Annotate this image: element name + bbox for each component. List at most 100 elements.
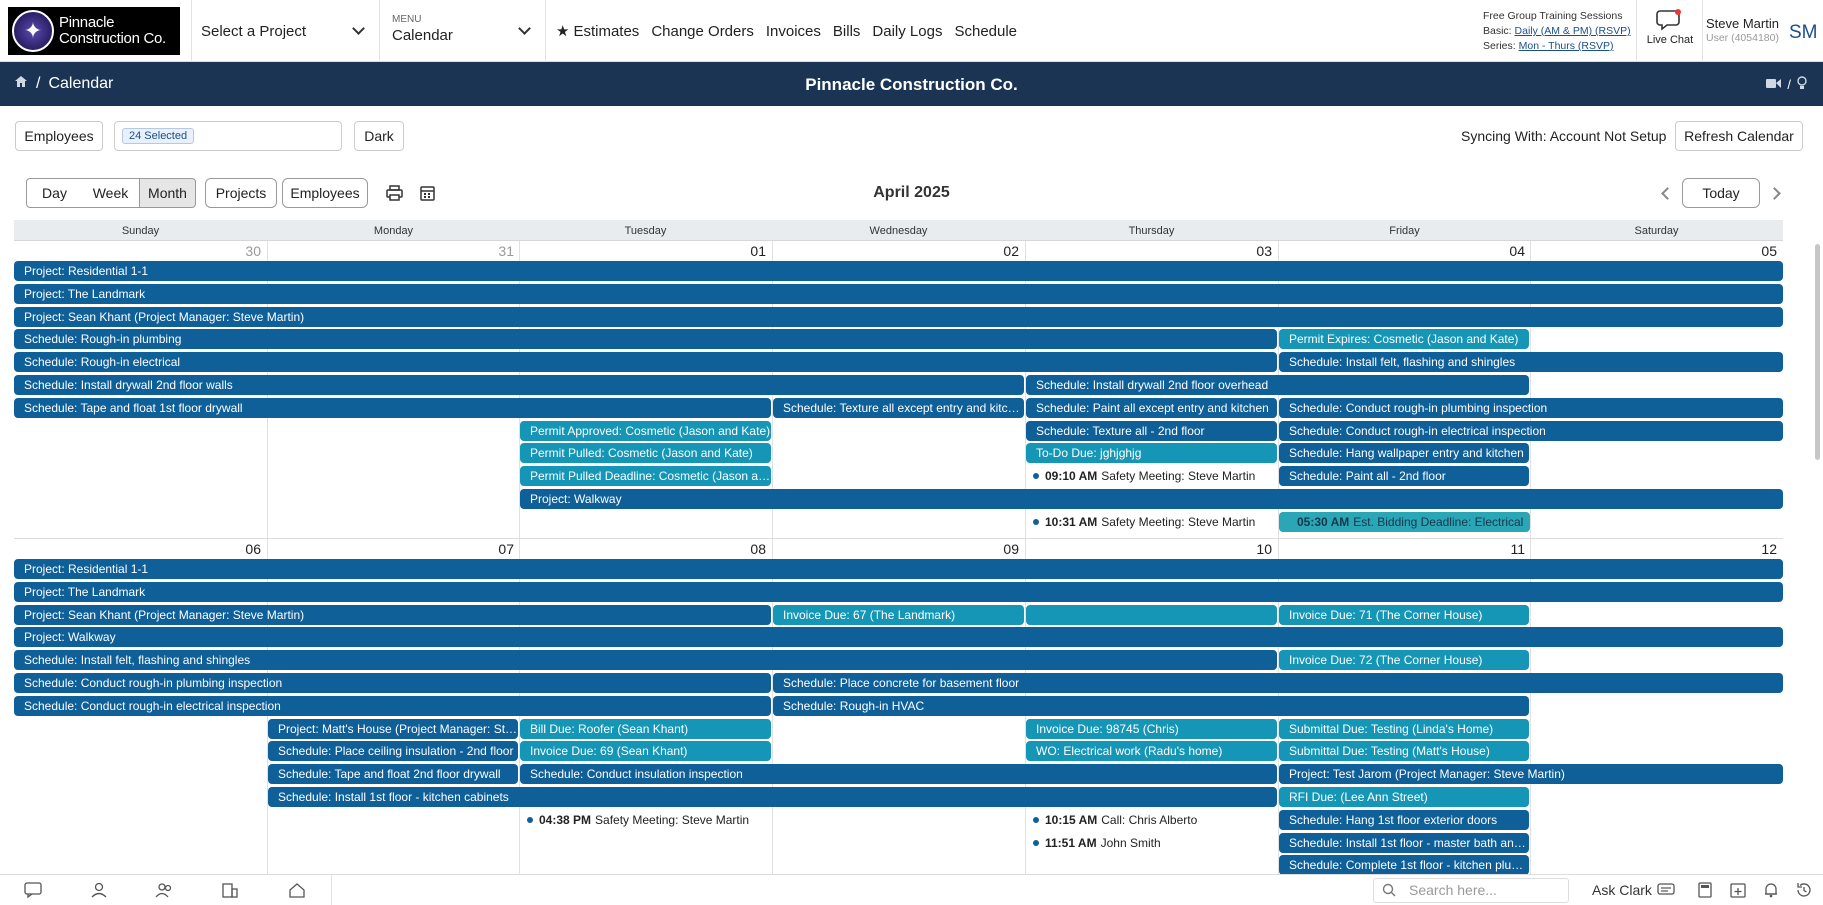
day-number[interactable]: 09 [772,541,1019,557]
calendar-event[interactable]: Project: Residential 1-1 [14,559,1783,579]
calendar-event[interactable]: Schedule: Conduct rough-in plumbing insp… [14,673,771,693]
calendar-event[interactable]: Schedule: Install felt, flashing and shi… [14,650,1277,670]
nav-link-bills[interactable]: Bills [833,23,861,40]
calendar-event[interactable]: Schedule: Install drywall 2nd floor wall… [14,375,1024,395]
calendar-event[interactable]: Invoice Due: 67 (The Landmark) [773,605,1024,625]
day-number[interactable]: 04 [1278,243,1525,259]
calendar-event[interactable] [1026,605,1277,625]
calendar-event[interactable]: Invoice Due: 72 (The Corner House) [1279,650,1529,670]
avatar[interactable]: SM [1789,22,1818,44]
global-search-input[interactable]: Search here... [1373,878,1569,903]
calendar-event[interactable]: Permit Pulled: Cosmetic (Jason and Kate) [520,443,771,463]
calendar-event[interactable]: Schedule: Install felt, flashing and shi… [1279,352,1783,372]
nav-link-estimates[interactable]: Estimates [573,23,639,40]
timed-event[interactable]: 04:38 PM Safety Meeting: Steve Martin [519,810,772,830]
calendar-event[interactable]: Submittal Due: Testing (Linda's Home) [1279,719,1529,739]
day-number[interactable]: 02 [772,243,1019,259]
history-icon[interactable] [1795,882,1813,898]
timed-event[interactable]: 09:10 AM Safety Meeting: Steve Martin [1025,466,1278,486]
calendar-event[interactable]: Project: The Landmark [14,582,1783,602]
refresh-calendar-button[interactable]: Refresh Calendar [1675,121,1803,151]
day-number[interactable]: 11 [1278,541,1525,557]
notifications-bell-icon[interactable] [1762,882,1780,898]
calendar-event[interactable]: Schedule: Conduct rough-in electrical in… [1279,421,1783,441]
calendar-event[interactable]: Schedule: Texture all - 2nd floor [1026,421,1277,441]
calendar-event[interactable]: Submittal Due: Testing (Matt's House) [1279,741,1529,761]
calendar-event[interactable]: Project: Residential 1-1 [14,261,1783,281]
calendar-event[interactable]: WO: Electrical work (Radu's home) [1026,741,1277,761]
training-basic-link[interactable]: Daily (AM & PM) (RSVP) [1515,25,1631,37]
user-menu[interactable]: Steve Martin User (4054180) [1706,16,1779,44]
calendar-event[interactable]: Schedule: Place concrete for basement fl… [773,673,1783,693]
calendar-event[interactable]: To-Do Due: jghjghjg [1026,443,1277,463]
nav-link-schedule[interactable]: Schedule [954,23,1017,40]
timed-event[interactable]: 10:31 AM Safety Meeting: Steve Martin [1025,512,1278,532]
today-button[interactable]: Today [1682,178,1760,208]
calendar-add-icon[interactable] [1729,882,1747,898]
calendar-event[interactable]: RFI Due: (Lee Ann Street) [1279,787,1529,807]
nav-link-daily-logs[interactable]: Daily Logs [872,23,942,40]
calendar-event[interactable]: Schedule: Tape and float 2nd floor drywa… [268,764,518,784]
assistant-chat-icon[interactable] [1657,882,1675,898]
timed-event[interactable]: 10:15 AM Call: Chris Alberto [1025,810,1278,830]
calendar-event[interactable]: Schedule: Install 1st floor - kitchen ca… [268,787,1277,807]
calendar-event[interactable]: Project: Walkway [14,627,1783,647]
calendar-event[interactable]: Project: Walkway [520,489,1783,509]
training-series-link[interactable]: Mon - Thurs (RSVP) [1519,40,1614,52]
nav-link-change-orders[interactable]: Change Orders [651,23,754,40]
calendar-event[interactable]: Schedule: Conduct rough-in plumbing insp… [1279,398,1783,418]
calendar-event[interactable]: Schedule: Install drywall 2nd floor over… [1026,375,1529,395]
calendar-event[interactable]: Invoice Due: 71 (The Corner House) [1279,605,1529,625]
calendar-event[interactable]: Schedule: Paint all except entry and kit… [1026,398,1277,418]
employees-filter-button[interactable]: Employees [15,121,103,151]
employees-multiselect[interactable]: 24 Selected [114,121,342,151]
day-number[interactable]: 03 [1025,243,1272,259]
menu-dropdown[interactable]: MENU Calendar [392,14,542,44]
calculator-icon[interactable] [1696,882,1714,898]
employee-icon[interactable] [90,882,108,898]
calendar-event[interactable]: Project: Sean Khant (Project Manager: St… [14,605,771,625]
company-icon[interactable] [221,882,239,898]
calendar-event[interactable]: Schedule: Rough-in plumbing [14,329,1277,349]
calendar-event[interactable]: Schedule: Paint all - 2nd floor [1279,466,1529,486]
calendar-event[interactable]: Invoice Due: 69 (Sean Khant) [520,741,771,761]
lightbulb-icon[interactable] [1797,76,1807,93]
calendar-event[interactable]: Schedule: Rough-in electrical [14,352,1277,372]
calendar-event[interactable]: Project: Sean Khant (Project Manager: St… [14,307,1783,327]
calendar-event[interactable]: Project: Test Jarom (Project Manager: St… [1279,764,1783,784]
calendar-event[interactable]: Invoice Due: 98745 (Chris) [1026,719,1277,739]
calendar-event[interactable]: Permit Pulled Deadline: Cosmetic (Jason … [520,466,771,486]
calendar-event[interactable]: Project: Matt's House (Project Manager: … [268,719,518,739]
calendar-event[interactable]: Permit Expires: Cosmetic (Jason and Kate… [1279,329,1529,349]
calendar-event[interactable]: Schedule: Conduct insulation inspection [520,764,1277,784]
company-logo[interactable]: ✦ Pinnacle Construction Co. [8,7,180,55]
day-number[interactable]: 01 [519,243,766,259]
chat-icon[interactable] [24,882,42,899]
calendar-event[interactable]: Permit Approved: Cosmetic (Jason and Kat… [520,421,771,441]
day-number[interactable]: 05 [1530,243,1777,259]
calendar-event[interactable]: Schedule: Install 1st floor - master bat… [1279,833,1529,853]
timed-event[interactable]: 11:51 AM John Smith [1025,833,1278,853]
day-number[interactable]: 07 [267,541,514,557]
day-number[interactable]: 31 [267,243,514,259]
calendar-event[interactable]: Schedule: Texture all except entry and k… [773,398,1024,418]
video-camera-icon[interactable] [1766,77,1782,92]
calendar-event[interactable]: Schedule: Conduct rough-in electrical in… [14,696,771,716]
calendar-event[interactable]: Schedule: Hang 1st floor exterior doors [1279,810,1529,830]
timed-deadline-event[interactable]: 05:30 AM Est. Bidding Deadline: Electrica… [1279,512,1530,532]
day-number[interactable]: 30 [14,243,261,259]
calendar-event[interactable]: Schedule: Place ceiling insulation - 2nd… [268,741,518,761]
calendar-event[interactable]: Schedule: Hang wallpaper entry and kitch… [1279,443,1529,463]
calendar-event[interactable]: Schedule: Tape and float 1st floor drywa… [14,398,771,418]
calendar-event[interactable]: Bill Due: Roofer (Sean Khant) [520,719,771,739]
calendar-event[interactable]: Schedule: Rough-in HVAC [773,696,1529,716]
dark-mode-button[interactable]: Dark [354,121,404,151]
day-number[interactable]: 08 [519,541,766,557]
day-number[interactable]: 06 [14,541,261,557]
day-number[interactable]: 10 [1025,541,1272,557]
live-chat-button[interactable]: Live Chat [1640,8,1700,46]
day-number[interactable]: 12 [1530,541,1777,557]
calendar-event[interactable]: Project: The Landmark [14,284,1783,304]
nav-link-invoices[interactable]: Invoices [766,23,821,40]
calendar-event[interactable]: Schedule: Complete 1st floor - kitchen p… [1279,855,1529,875]
